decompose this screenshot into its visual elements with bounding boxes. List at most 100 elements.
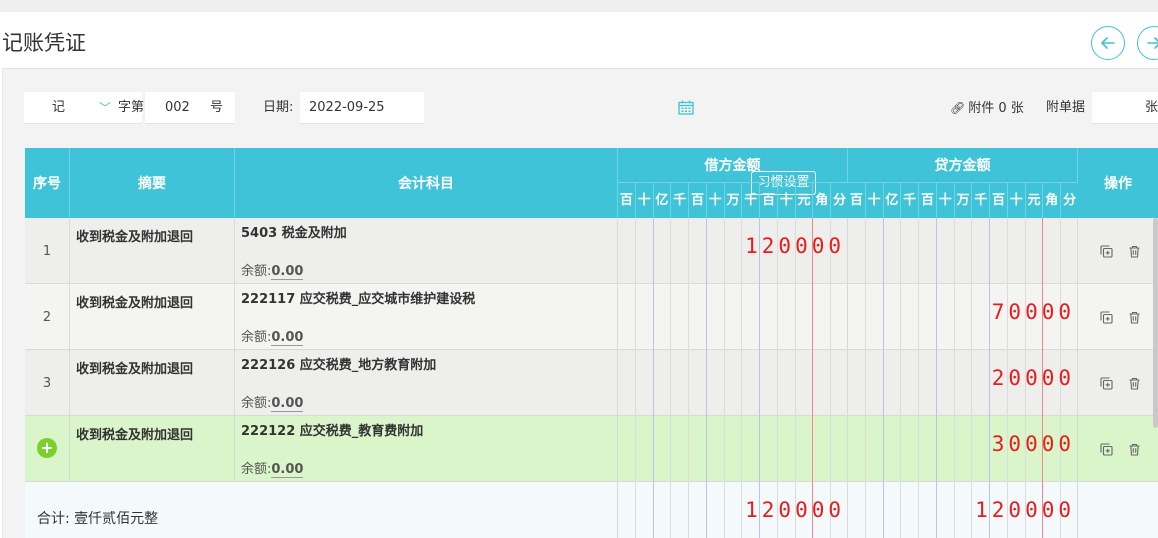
attachment-label: 附件 0 张 — [968, 101, 1024, 116]
digit-unit-label: 十 — [937, 183, 955, 218]
digit-unit-label: 百 — [848, 183, 866, 218]
delete-icon[interactable] — [1128, 243, 1141, 258]
table-row: + 收到税金及附加退回 222122 应交税费_教育费附加 余额:0.00 30000 — [25, 416, 1158, 482]
arrow-left-icon — [1101, 37, 1115, 49]
summary-cell[interactable]: 收到税金及附加退回 — [70, 218, 235, 284]
credit-amount-cell[interactable] — [848, 218, 1078, 284]
fudan-label: 附单据 — [1046, 100, 1086, 115]
col-account-header: 会计科目 习惯设置 — [235, 148, 816, 218]
summary-cell[interactable]: 收到税金及附加退回 — [70, 284, 235, 350]
digit-unit-label: 十 — [1008, 183, 1026, 218]
row-seq-number: 2 — [42, 309, 52, 325]
fudan-unit: 张 — [1144, 100, 1158, 115]
credit-digit-header: 百十亿千百十万千百十元角分 — [848, 183, 1078, 218]
col-op-header: 操作 — [1104, 176, 1132, 192]
voucher-type-value: 记 — [52, 100, 66, 115]
table-row: 1 收到税金及附加退回 5403 税金及附加 余额:0.00 120000 — [25, 218, 1158, 284]
account-name: 5403 税金及附加 — [241, 226, 347, 241]
balance-value: 0.00 — [271, 264, 304, 280]
digit-grid — [618, 416, 848, 482]
delete-icon[interactable] — [1128, 375, 1141, 390]
digit-unit-label: 千 — [972, 183, 991, 218]
account-name: 222126 应交税费_地方教育附加 — [241, 358, 437, 373]
digit-unit-label: 万 — [955, 183, 973, 218]
digit-grid — [618, 284, 848, 350]
balance-line: 余额:0.00 — [241, 392, 304, 412]
copy-icon[interactable] — [1100, 309, 1113, 324]
debit-amount-cell[interactable]: 120000 — [618, 218, 848, 284]
account-name: 222117 应交税费_应交城市维护建设税 — [241, 292, 476, 307]
digit-unit-label: 百 — [618, 183, 636, 218]
total-debit-cell: 120000 — [618, 482, 848, 538]
col-seq-header: 序号 — [25, 148, 70, 218]
digit-unit-label: 千 — [671, 183, 690, 218]
balance-value: 0.00 — [271, 330, 304, 346]
digit-unit-label: 十 — [636, 183, 654, 218]
credit-amount: 70000 — [991, 300, 1075, 324]
table-row: 2 收到税金及附加退回 222117 应交税费_应交城市维护建设税 余额:0.00 70… — [25, 284, 1158, 350]
page-title: 记账凭证 — [2, 31, 86, 55]
digit-unit-label: 角 — [813, 183, 832, 218]
summary-cell[interactable]: 收到税金及附加退回 — [70, 350, 235, 416]
digit-unit-label: 百 — [990, 183, 1008, 218]
scrollbar[interactable] — [1153, 218, 1158, 428]
fudan-count-input[interactable]: 张 — [1092, 92, 1158, 124]
digit-unit-label: 百 — [760, 183, 778, 218]
calendar-icon[interactable] — [678, 100, 694, 115]
credit-amount-cell[interactable]: 70000 — [848, 284, 1078, 350]
row-seq-number: 1 — [42, 243, 52, 259]
col-debit-header: 借方金额 — [618, 148, 848, 183]
op-cell — [1078, 350, 1158, 416]
attachment-link[interactable]: 🔗︎ 附件 0 张 — [950, 92, 1024, 124]
chevron-down-icon: ﹀ — [99, 101, 112, 115]
balance-value: 0.00 — [271, 396, 304, 412]
col-account-label: 会计科目 — [398, 176, 454, 192]
digit-unit-label: 千 — [901, 183, 920, 218]
account-cell[interactable]: 222126 应交税费_地方教育附加余额:0.00 — [235, 350, 618, 416]
total-op-cell — [1078, 482, 1158, 538]
summary-cell[interactable]: 收到税金及附加退回 — [70, 416, 235, 482]
credit-amount: 20000 — [991, 366, 1075, 390]
digit-unit-label: 角 — [1043, 183, 1062, 218]
arrow-right-icon — [1147, 37, 1158, 49]
col-summary-header: 摘要 — [70, 148, 235, 218]
credit-amount: 30000 — [991, 432, 1075, 456]
op-cell — [1078, 218, 1158, 284]
digit-unit-label: 千 — [742, 183, 761, 218]
date-input[interactable]: 2022-09-25 — [300, 92, 694, 124]
row-seq-number: 3 — [42, 375, 52, 391]
balance-label: 余额: — [241, 462, 272, 477]
row-seq-cell: + — [25, 416, 70, 482]
total-credit-amount: 120000 — [975, 498, 1075, 522]
digit-unit-label: 十 — [707, 183, 725, 218]
account-cell[interactable]: 222122 应交税费_教育费附加 余额:0.00 — [235, 416, 618, 482]
account-name: 222122 应交税费_教育费附加 — [241, 424, 424, 439]
account-cell[interactable]: 5403 税金及附加 余额:0.00 — [235, 218, 618, 284]
copy-icon[interactable] — [1100, 441, 1113, 456]
add-row-icon[interactable]: + — [37, 438, 57, 458]
digit-unit-label: 十 — [778, 183, 796, 218]
digit-unit-label: 元 — [796, 183, 814, 218]
next-voucher-button[interactable] — [1137, 26, 1158, 60]
date-label: 日期: — [263, 100, 294, 115]
copy-icon[interactable] — [1100, 375, 1113, 390]
digit-grid — [848, 218, 1078, 284]
row-seq-cell: 2 — [25, 284, 70, 350]
delete-icon[interactable] — [1128, 441, 1141, 456]
total-label: 合计: 壹仟贰佰元整 — [25, 482, 618, 538]
prev-voucher-button[interactable] — [1091, 26, 1125, 60]
delete-icon[interactable] — [1128, 309, 1141, 324]
zi-label: 字第 — [118, 100, 145, 115]
debit-amount-cell[interactable] — [618, 284, 848, 350]
op-cell — [1078, 416, 1158, 482]
account-cell[interactable]: 222117 应交税费_应交城市维护建设税 余额:0.00 — [235, 284, 618, 350]
credit-amount-cell[interactable]: 20000 — [848, 350, 1078, 416]
debit-amount-cell[interactable] — [618, 416, 848, 482]
balance-label: 余额: — [241, 330, 272, 345]
digit-unit-label: 百 — [919, 183, 937, 218]
total-credit-cell: 120000 — [848, 482, 1078, 538]
copy-icon[interactable] — [1100, 243, 1113, 258]
credit-amount-cell[interactable]: 30000 — [848, 416, 1078, 482]
debit-amount-cell[interactable] — [618, 350, 848, 416]
hao-label: 号 — [210, 100, 224, 115]
